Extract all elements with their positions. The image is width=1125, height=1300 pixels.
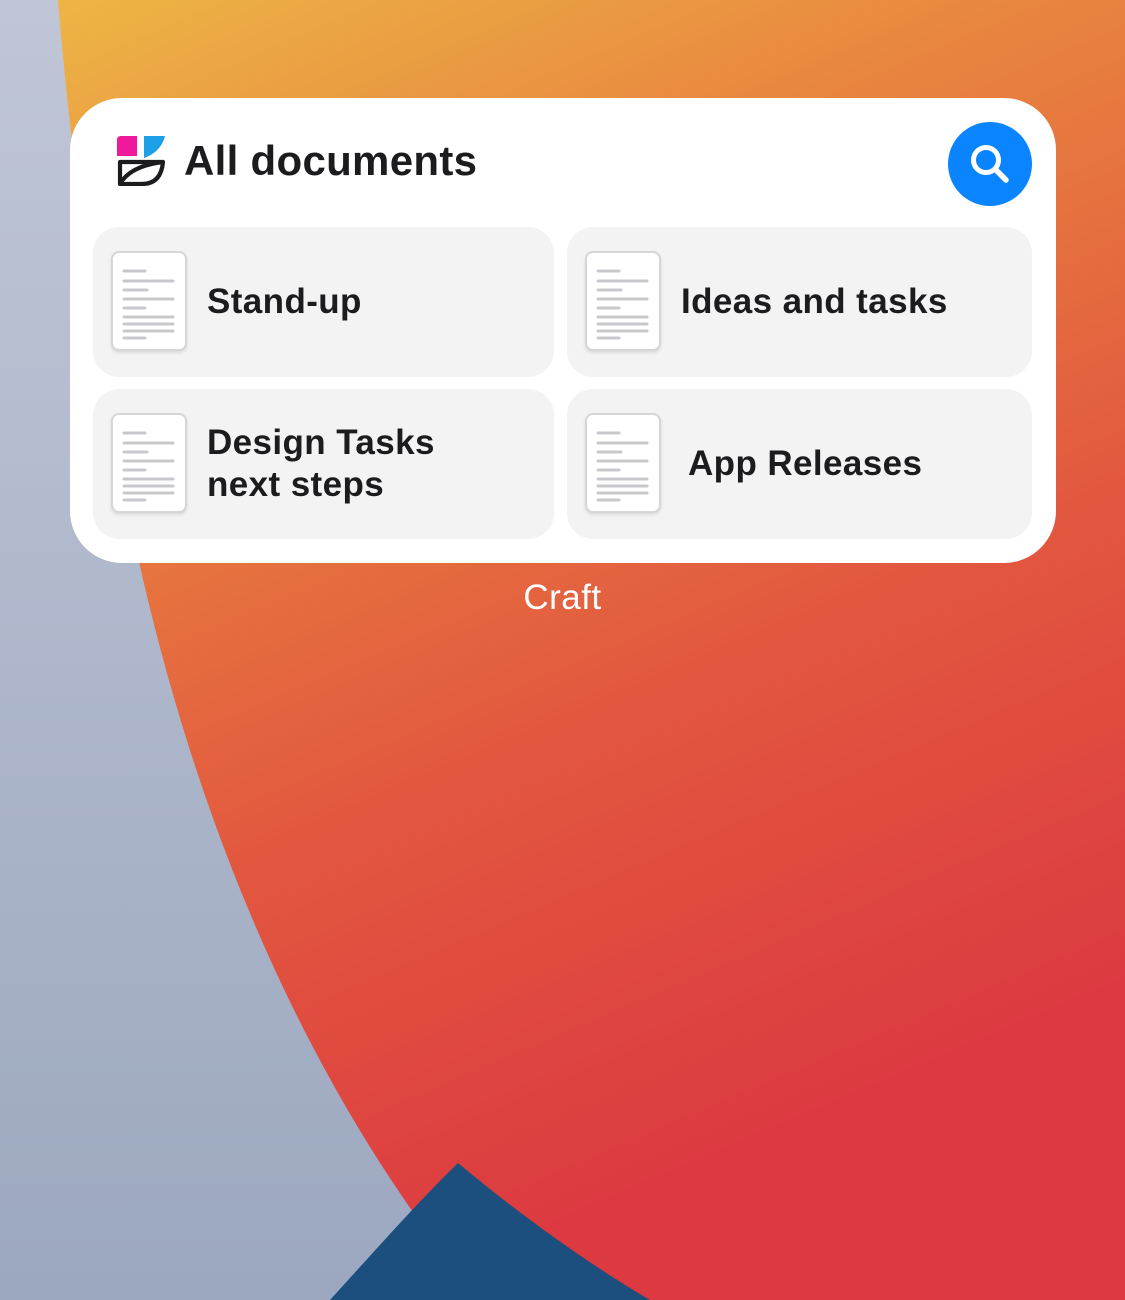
document-title: App Releases	[688, 444, 923, 483]
search-icon	[971, 145, 1009, 183]
widget-title: All documents	[184, 137, 478, 184]
search-button[interactable]	[948, 122, 1032, 206]
document-icon	[585, 251, 661, 351]
craft-logo-icon	[117, 136, 166, 186]
widget-app-name: Craft	[523, 578, 602, 617]
document-icon	[585, 413, 661, 513]
craft-widget[interactable]: All documents Stand-up Ideas and tasks D…	[70, 98, 1056, 563]
document-tile-ideas-and-tasks[interactable]: Ideas and tasks	[567, 227, 1032, 377]
document-tile-app-releases[interactable]: App Releases	[567, 389, 1032, 539]
document-icon	[111, 251, 187, 351]
document-title: Ideas and tasks	[681, 282, 948, 321]
document-icon	[111, 413, 187, 513]
document-title: Stand-up	[207, 282, 362, 321]
document-tile-design-tasks[interactable]: Design Tasks next steps	[93, 389, 554, 539]
document-tile-stand-up[interactable]: Stand-up	[93, 227, 554, 377]
document-title: Design Tasks next steps	[207, 423, 435, 504]
widget-header: All documents	[70, 98, 1056, 226]
